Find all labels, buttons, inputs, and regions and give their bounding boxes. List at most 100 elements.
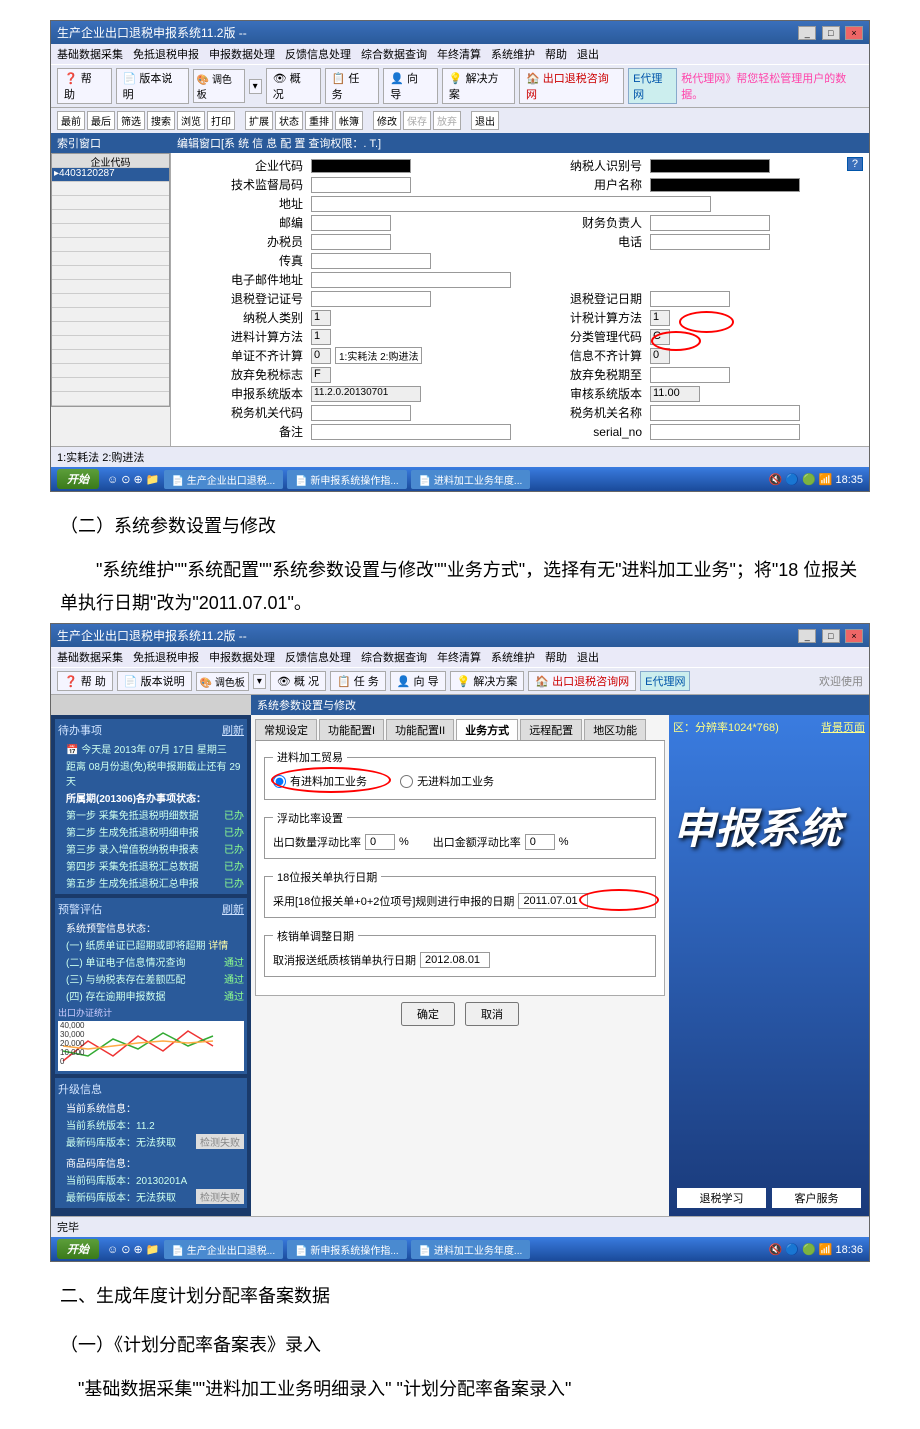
warn-item[interactable]: (三) 与纳税表存在差额匹配 通过	[58, 970, 244, 987]
user-name-field[interactable]	[650, 178, 800, 192]
menu-item[interactable]: 反馈信息处理	[285, 649, 351, 665]
ok-button[interactable]: 确定	[401, 1002, 455, 1026]
amt-rate-field[interactable]	[525, 834, 555, 850]
step-item[interactable]: 第一步 采集免抵退税明细数据已办	[58, 806, 244, 823]
taxpayer-id-field[interactable]	[650, 159, 770, 173]
menu-item[interactable]: 帮助	[545, 46, 567, 62]
task-item[interactable]: 📄 新申报系统操作指...	[287, 470, 407, 489]
grid-row-selected[interactable]: ▸4403120287	[52, 168, 169, 182]
task-item[interactable]: 📄 进料加工业务年度...	[411, 470, 531, 489]
tab[interactable]: 地区功能	[584, 719, 646, 740]
address-field[interactable]	[311, 196, 711, 212]
help-button[interactable]: ❓ 帮 助	[57, 68, 112, 104]
giveup-flag-field[interactable]: F	[311, 367, 331, 383]
index-grid[interactable]: 企业代码 ▸4403120287	[51, 153, 170, 407]
tax-bureau-code-field[interactable]	[311, 405, 411, 421]
task-item[interactable]: 📄 新申报系统操作指...	[287, 1240, 407, 1259]
menu-item[interactable]: 免抵退税申报	[133, 649, 199, 665]
tab[interactable]: 功能配置I	[319, 719, 384, 740]
filter-button[interactable]: 筛选	[117, 111, 145, 130]
guide-button[interactable]: 👤 向 导	[383, 68, 438, 104]
guide-button[interactable]: 👤 向 导	[390, 671, 446, 691]
minimize-icon[interactable]: _	[798, 629, 816, 643]
start-button[interactable]: 开始	[57, 1239, 99, 1259]
dropdown-icon[interactable]: ▾	[249, 79, 262, 94]
tech-code-field[interactable]	[311, 177, 411, 193]
maximize-icon[interactable]: □	[822, 26, 840, 40]
grid-row[interactable]	[52, 196, 169, 210]
finance-chief-field[interactable]	[650, 215, 770, 231]
menu-item[interactable]: 综合数据查询	[361, 649, 427, 665]
check-button[interactable]: 检测失败	[196, 1134, 244, 1149]
palette-button[interactable]: 🎨 调色板	[193, 69, 245, 103]
overview-button[interactable]: 👁 概 况	[266, 68, 321, 104]
grid-row[interactable]	[52, 392, 169, 406]
menu-item[interactable]: 免抵退税申报	[133, 46, 199, 62]
nav-first[interactable]: 最前	[57, 111, 85, 130]
grid-row[interactable]	[52, 308, 169, 322]
info-incomplete-field[interactable]: 0	[650, 348, 670, 364]
print-button[interactable]: 打印	[207, 111, 235, 130]
check-button[interactable]: 检测失败	[196, 1189, 244, 1204]
menu-item[interactable]: 退出	[577, 46, 599, 62]
search-button[interactable]: 搜索	[147, 111, 175, 130]
grid-row[interactable]	[52, 210, 169, 224]
close-icon[interactable]: ×	[845, 629, 863, 643]
step-item[interactable]: 第二步 生成免抵退税明细申报已办	[58, 823, 244, 840]
refresh-link[interactable]: 刷新	[222, 722, 244, 738]
feed-calc-field[interactable]: 1	[311, 329, 331, 345]
help-icon[interactable]: ?	[847, 157, 863, 171]
version-button[interactable]: 📄 版本说明	[117, 671, 192, 691]
learn-button[interactable]: 退税学习	[677, 1188, 766, 1208]
site-button[interactable]: 🏠 出口退税咨询网	[528, 671, 636, 691]
menu-item[interactable]: 申报数据处理	[209, 649, 275, 665]
status-button[interactable]: 状态	[275, 111, 303, 130]
grid-row[interactable]	[52, 294, 169, 308]
palette-button[interactable]: 🎨 调色板	[196, 672, 249, 691]
help-button[interactable]: ❓ 帮 助	[57, 671, 113, 691]
solution-button[interactable]: 💡 解决方案	[450, 671, 525, 691]
dropdown-icon[interactable]: ▾	[253, 674, 266, 689]
remark-field[interactable]	[311, 424, 511, 440]
tab[interactable]: 功能配置II	[386, 719, 454, 740]
menu-item[interactable]: 申报数据处理	[209, 46, 275, 62]
grid-row[interactable]	[52, 336, 169, 350]
grid-row[interactable]	[52, 252, 169, 266]
warn-item[interactable]: (四) 存在逾期申报数据 通过	[58, 987, 244, 1004]
tab-active[interactable]: 业务方式	[456, 719, 518, 740]
grid-row[interactable]	[52, 322, 169, 336]
service-button[interactable]: 客户服务	[772, 1188, 861, 1208]
tab[interactable]: 常规设定	[255, 719, 317, 740]
menu-item[interactable]: 帮助	[545, 649, 567, 665]
menu-item[interactable]: 综合数据查询	[361, 46, 427, 62]
menu-item[interactable]: 年终清算	[437, 649, 481, 665]
fax-field[interactable]	[311, 253, 431, 269]
solution-button[interactable]: 💡 解决方案	[442, 68, 515, 104]
grid-row[interactable]	[52, 182, 169, 196]
menu-item[interactable]: 系统维护	[491, 46, 535, 62]
menu-item[interactable]: 反馈信息处理	[285, 46, 351, 62]
audit-sys-ver-field[interactable]: 11.00	[650, 386, 700, 402]
save-button[interactable]: 保存	[403, 111, 431, 130]
refund-reg-field[interactable]	[311, 291, 431, 307]
company-code-field[interactable]	[311, 159, 411, 173]
grid-row[interactable]	[52, 364, 169, 378]
nav-last[interactable]: 最后	[87, 111, 115, 130]
giveup-date-field[interactable]	[650, 367, 730, 383]
tasks-button[interactable]: 📋 任 务	[325, 68, 380, 104]
phone-field[interactable]	[650, 234, 770, 250]
grid-row[interactable]	[52, 350, 169, 364]
browse-button[interactable]: 浏览	[177, 111, 205, 130]
step-item[interactable]: 第四步 采集免抵退税汇总数据已办	[58, 857, 244, 874]
step-item[interactable]: 第三步 录入增值税纳税申报表已办	[58, 840, 244, 857]
verify-date-field[interactable]	[420, 952, 490, 968]
cancel-button[interactable]: 取消	[465, 1002, 519, 1026]
radio-input[interactable]	[400, 775, 413, 788]
version-button[interactable]: 📄 版本说明	[116, 68, 189, 104]
tax-officer-field[interactable]	[311, 234, 391, 250]
menu-item[interactable]: 系统维护	[491, 649, 535, 665]
menu-item[interactable]: 年终清算	[437, 46, 481, 62]
tax-calc-method-field[interactable]: 1	[650, 310, 670, 326]
grid-row[interactable]	[52, 238, 169, 252]
warn-item[interactable]: (二) 单证电子信息情况查询 通过	[58, 953, 244, 970]
